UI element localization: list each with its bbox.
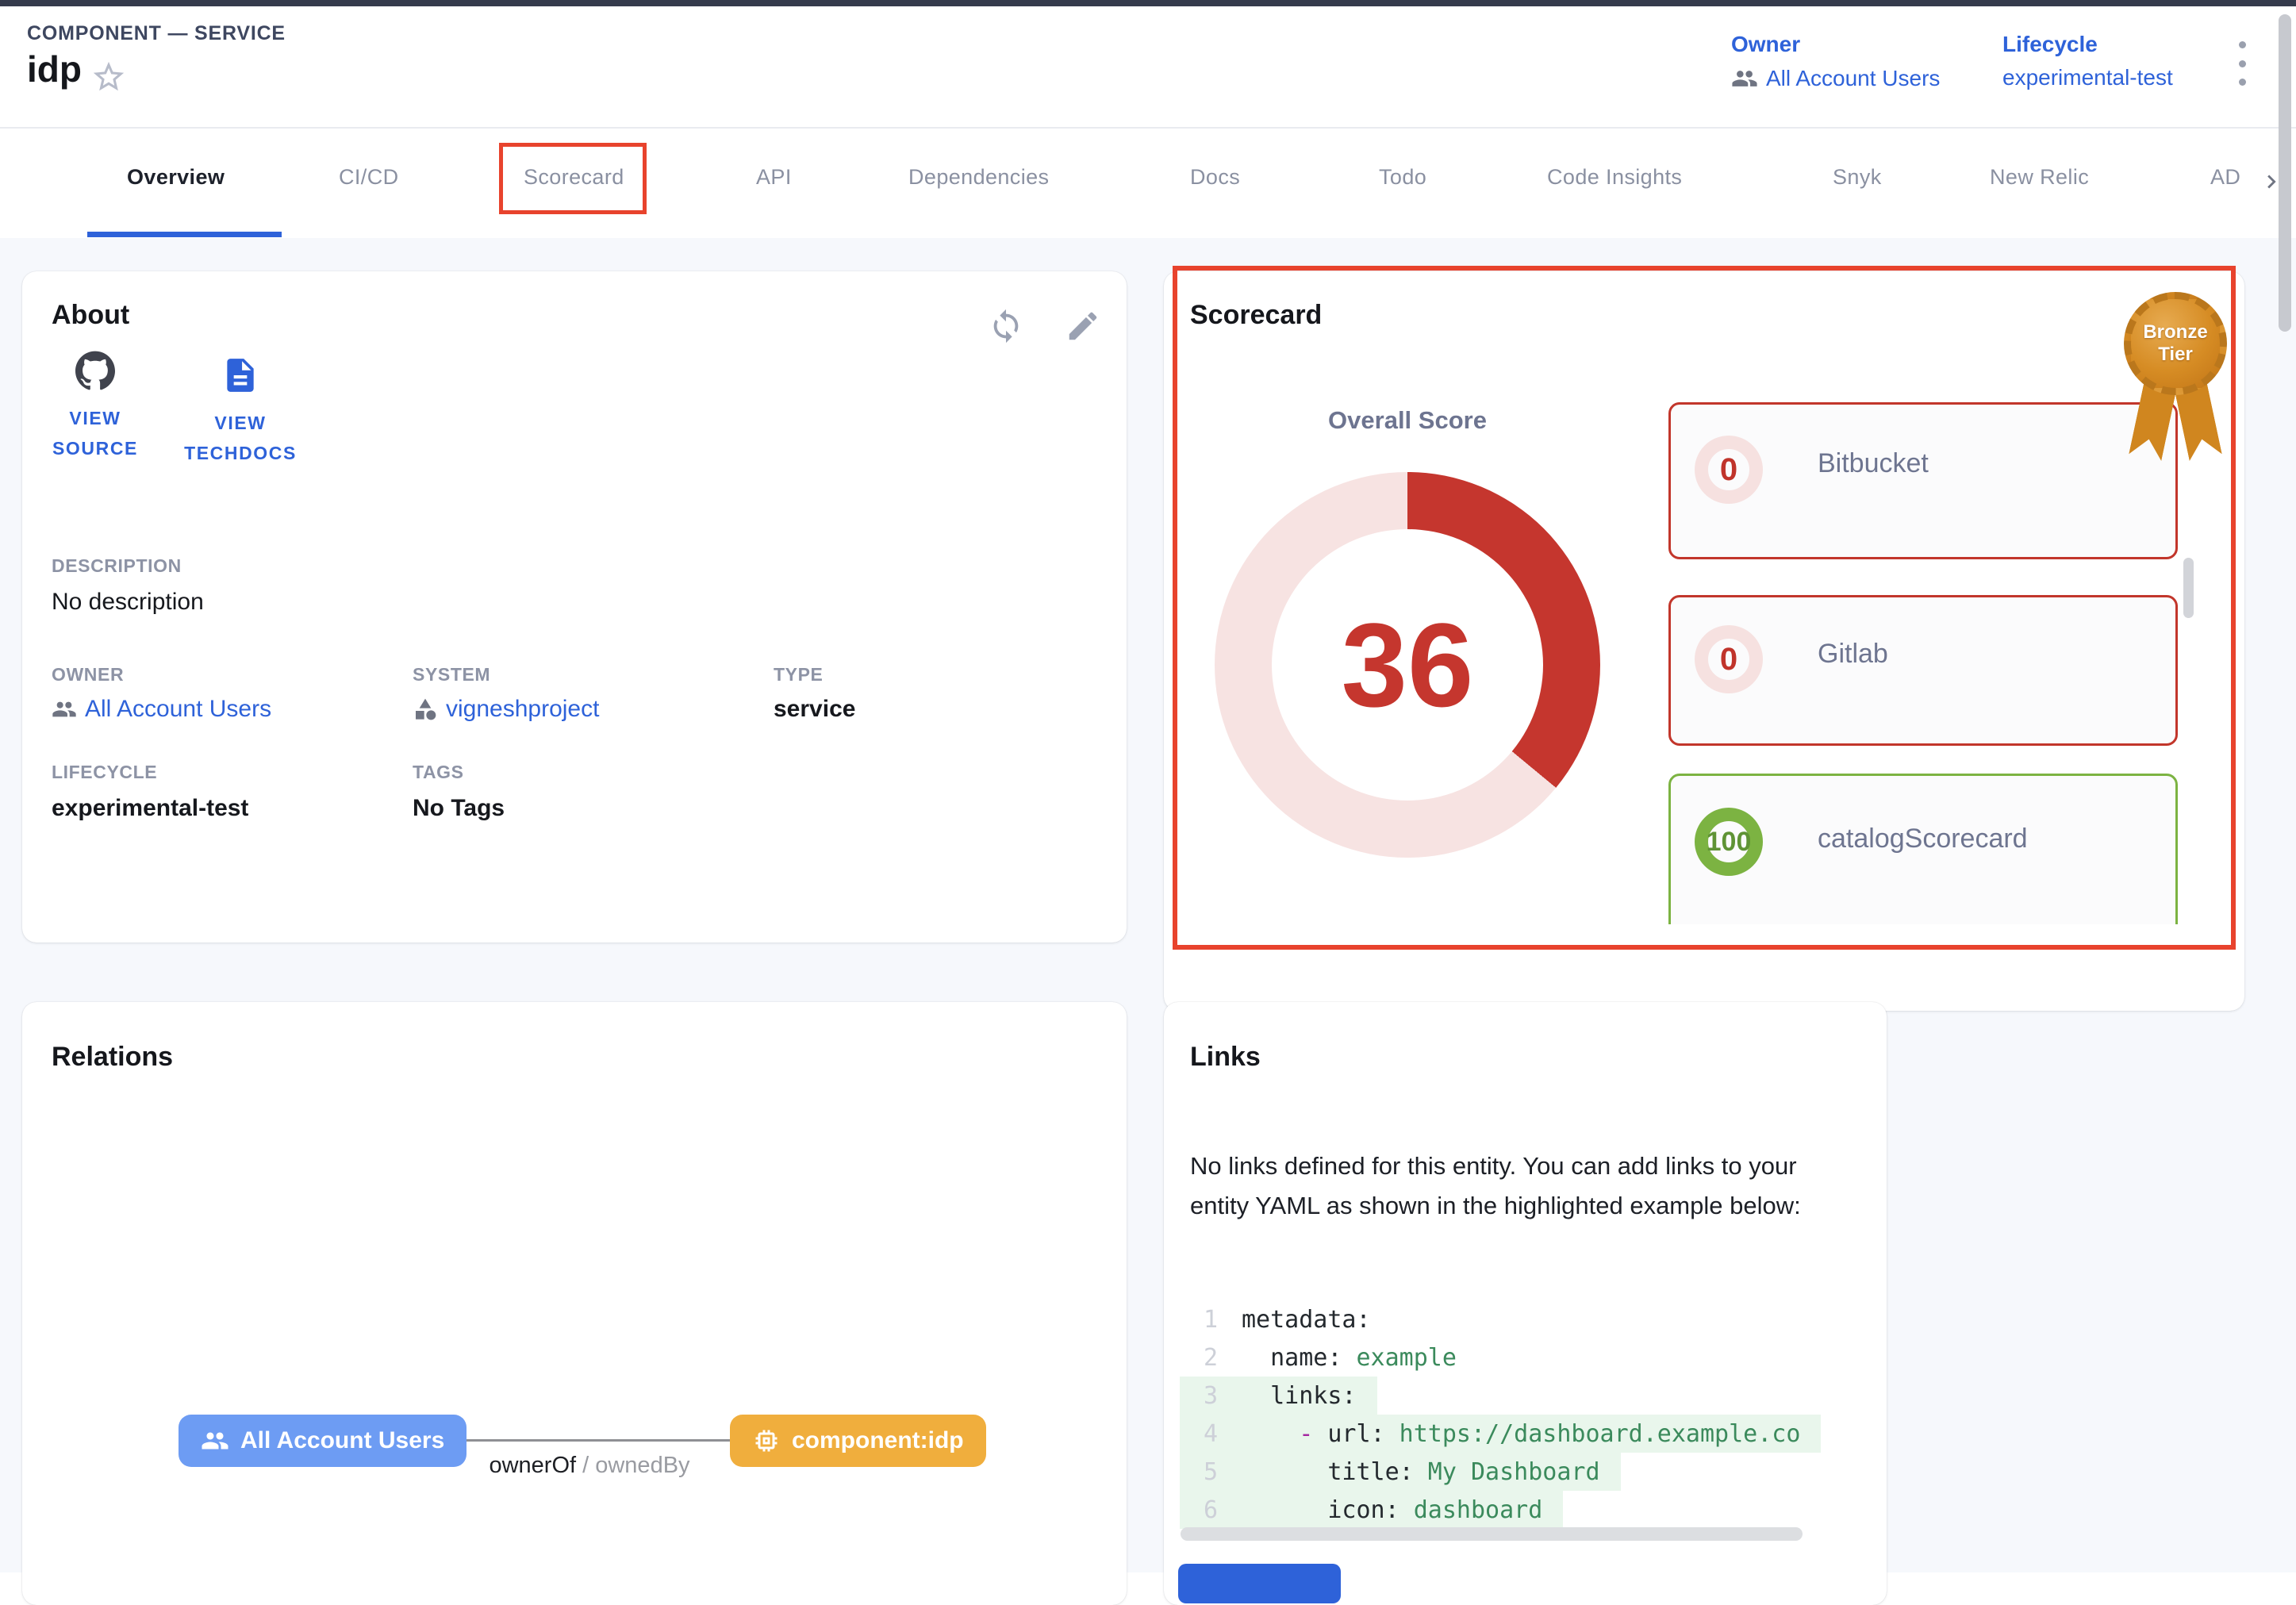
active-tab-underline bbox=[87, 232, 282, 237]
breadcrumb: COMPONENT — SERVICE bbox=[27, 22, 286, 45]
tags-label: TAGS bbox=[413, 762, 464, 783]
system-category-icon bbox=[413, 697, 438, 722]
tab-docs[interactable]: Docs bbox=[1190, 165, 1240, 190]
yaml-code-block: 1 metadata: 2 name: example 3 links: 4 -… bbox=[1180, 1300, 1887, 1529]
description-value: No description bbox=[52, 589, 204, 616]
bronze-tier-badge: Bronze Tier bbox=[2122, 292, 2230, 476]
type-value: service bbox=[774, 696, 855, 723]
tab-cicd[interactable]: CI/CD bbox=[339, 165, 399, 190]
scorecard-tab-highlight-box bbox=[499, 143, 647, 214]
about-title: About bbox=[52, 300, 129, 331]
header-lifecycle-label: Lifecycle bbox=[2002, 32, 2264, 57]
page-title: idp bbox=[27, 48, 82, 90]
view-source-button[interactable]: VIEW SOURCE bbox=[24, 351, 167, 463]
system-label: SYSTEM bbox=[413, 664, 490, 685]
relation-edge-line bbox=[441, 1439, 733, 1442]
links-empty-text: No links defined for this entity. You ca… bbox=[1190, 1146, 1858, 1226]
owner-link[interactable]: All Account Users bbox=[52, 696, 271, 723]
tags-value: No Tags bbox=[413, 795, 505, 822]
chip-icon bbox=[752, 1426, 781, 1455]
lifecycle-label: LIFECYCLE bbox=[52, 762, 157, 783]
tab-api[interactable]: API bbox=[756, 165, 792, 190]
relation-edge-label: ownerOf / ownedBy bbox=[423, 1453, 756, 1479]
scorecard-list-scrollbar[interactable] bbox=[2183, 558, 2194, 618]
links-bottom-button[interactable] bbox=[1178, 1564, 1341, 1603]
github-icon bbox=[75, 351, 115, 390]
code-line-highlighted: 5 title: My Dashboard bbox=[1180, 1453, 1621, 1491]
tab-snyk[interactable]: Snyk bbox=[1833, 165, 1882, 190]
badge-rosette: Bronze Tier bbox=[2124, 292, 2227, 395]
system-link[interactable]: vigneshproject bbox=[413, 696, 599, 723]
type-label: TYPE bbox=[774, 664, 823, 685]
edit-pencil-icon[interactable] bbox=[1065, 308, 1101, 344]
more-options-kebab-icon[interactable] bbox=[2226, 38, 2258, 89]
scorecard-item-gitlab[interactable]: 0 Gitlab bbox=[1668, 595, 2178, 746]
techdocs-document-icon bbox=[221, 355, 260, 395]
group-icon bbox=[52, 697, 77, 722]
links-title: Links bbox=[1190, 1042, 1261, 1073]
code-horizontal-scrollbar[interactable] bbox=[1181, 1527, 1803, 1541]
overall-score-value: 36 bbox=[1342, 597, 1474, 734]
score-ring: 0 bbox=[1695, 436, 1763, 504]
header-owner-label: Owner bbox=[1731, 32, 1993, 57]
relations-title: Relations bbox=[52, 1042, 173, 1073]
scorecard-title: Scorecard bbox=[1190, 300, 1322, 331]
overall-score-gauge: 36 bbox=[1215, 472, 1600, 858]
code-line-highlighted: 3 links: bbox=[1180, 1377, 1377, 1415]
code-line-highlighted: 4 - url: https://dashboard.example.co bbox=[1180, 1415, 1821, 1453]
header-lifecycle-group: Lifecycle experimental-test bbox=[2002, 32, 2264, 90]
scorecard-item-catalogscorecard[interactable]: 100 catalogScorecard bbox=[1668, 774, 2178, 924]
relations-card: Relations All Account Users component:id… bbox=[22, 1002, 1127, 1605]
tab-overview[interactable]: Overview bbox=[127, 165, 225, 190]
description-label: DESCRIPTION bbox=[52, 555, 182, 577]
about-card: About VIEW SOURCE VIEW TECHDOCS DESCRIPT… bbox=[22, 271, 1127, 943]
header-owner-group: Owner All Account Users bbox=[1731, 32, 1993, 92]
header-divider bbox=[0, 127, 2296, 129]
header-owner-value[interactable]: All Account Users bbox=[1731, 65, 1993, 92]
tab-code-insights[interactable]: Code Insights bbox=[1547, 165, 1682, 190]
lifecycle-value: experimental-test bbox=[52, 795, 248, 822]
code-line-highlighted: 6 icon: dashboard bbox=[1180, 1491, 1563, 1529]
page-scrollbar[interactable] bbox=[2279, 14, 2291, 332]
owner-label: OWNER bbox=[52, 664, 124, 685]
scorecard-card: Scorecard Bronze Tier Overall Score 36 0… bbox=[1164, 271, 2244, 1011]
code-line: 1 metadata: bbox=[1180, 1300, 1392, 1338]
tab-todo[interactable]: Todo bbox=[1379, 165, 1426, 190]
relation-node-component[interactable]: component:idp bbox=[730, 1415, 986, 1467]
refresh-icon[interactable] bbox=[988, 308, 1024, 344]
tab-dependencies[interactable]: Dependencies bbox=[908, 165, 1049, 190]
score-ring: 100 bbox=[1695, 808, 1763, 876]
scorecard-items-list: 0 Bitbucket 0 Gitlab 100 catalogScorecar… bbox=[1668, 402, 2181, 924]
overall-score-label: Overall Score bbox=[1249, 406, 1566, 435]
group-icon bbox=[201, 1426, 229, 1455]
header-lifecycle-value: experimental-test bbox=[2002, 65, 2264, 90]
tab-ad-truncated[interactable]: AD bbox=[2210, 165, 2240, 190]
code-line: 2 name: example bbox=[1180, 1338, 1477, 1377]
favorite-star-icon[interactable] bbox=[90, 59, 127, 95]
group-icon bbox=[1731, 65, 1758, 92]
score-ring: 0 bbox=[1695, 625, 1763, 693]
window-top-bar bbox=[0, 0, 2296, 6]
scorecard-item-bitbucket[interactable]: 0 Bitbucket bbox=[1668, 402, 2178, 559]
links-card: Links No links defined for this entity. … bbox=[1164, 1002, 1887, 1605]
view-techdocs-button[interactable]: VIEW TECHDOCS bbox=[169, 355, 312, 468]
tab-new-relic[interactable]: New Relic bbox=[1990, 165, 2089, 190]
